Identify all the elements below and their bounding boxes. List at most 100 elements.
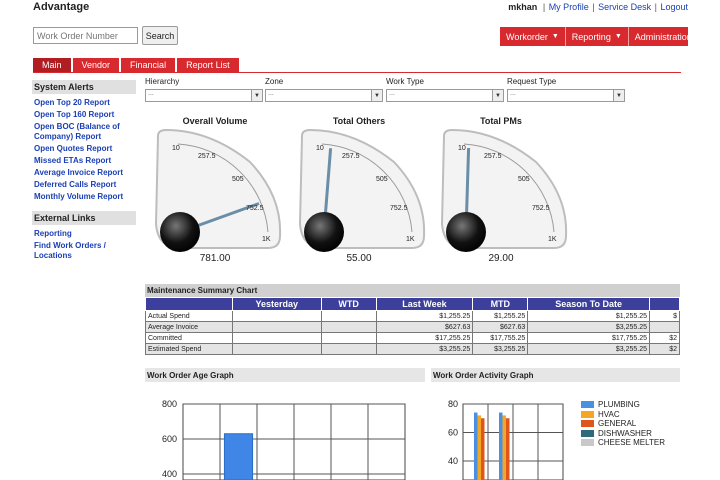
service-desk-link[interactable]: Service Desk <box>598 2 651 12</box>
column-header-season-to-date: Season To Date <box>527 297 650 311</box>
menu-administration[interactable]: Administration ▼ <box>629 27 709 46</box>
legend-swatch <box>581 410 594 418</box>
summary-table: Yesterday WTD Last Week MTD Season To Da… <box>145 297 680 355</box>
table-cell: $17,255.25 <box>375 332 474 344</box>
logout-link[interactable]: Logout <box>660 2 688 12</box>
gauge-title: Overall Volume <box>182 116 248 126</box>
table-cell <box>320 343 377 355</box>
legend-item: DISHWASHER <box>581 429 665 439</box>
table-cell: $2 <box>649 332 680 344</box>
gauge-tick-label: 257.5 <box>484 153 502 160</box>
my-profile-link[interactable]: My Profile <box>549 2 589 12</box>
sidebar-link-find-work-orders[interactable]: Find Work Orders / Locations <box>32 240 136 262</box>
work-type-label: Work Type <box>386 77 424 86</box>
y-tick-label: 800 <box>162 399 177 409</box>
table-cell: $1,255.25 <box>472 310 529 322</box>
sidebar-link-open-top-160[interactable]: Open Top 160 Report <box>32 109 136 121</box>
table-cell: $ <box>649 310 680 322</box>
legend-swatch <box>581 429 594 437</box>
chevron-down-icon: ▼ <box>695 33 703 40</box>
table-cell: $17,755.25 <box>472 332 529 344</box>
sidebar-link-open-boc[interactable]: Open BOC (Balance of Company) Report <box>32 121 136 143</box>
table-cell: $627.63 <box>472 321 529 333</box>
gauge-tick-label: 752.5 <box>390 205 408 212</box>
row-label: Committed <box>145 332 233 344</box>
gauge: Total Others 10 257.5 505 752.5 1K 55.00 <box>294 116 430 266</box>
table-cell <box>231 321 322 333</box>
sidebar-link-reporting[interactable]: Reporting <box>32 228 136 240</box>
tab-vendor[interactable]: Vendor <box>72 58 120 72</box>
sidebar-link-open-top-20[interactable]: Open Top 20 Report <box>32 97 136 109</box>
separator: | <box>592 2 595 12</box>
gauge-tick-label: 505 <box>518 176 530 183</box>
menu-workorder[interactable]: Workorder ▼ <box>500 27 566 46</box>
gauge-tick-label: 10 <box>458 145 466 152</box>
row-label: Estimated Spend <box>145 343 233 355</box>
table-cell: $1,255.25 <box>375 310 474 322</box>
work-order-activity-chart: 80 60 40 <box>448 399 564 480</box>
search-button[interactable]: Search <box>142 26 178 45</box>
activity-bar <box>474 412 478 480</box>
table-cell: $3,255.25 <box>527 321 650 333</box>
menu-reporting[interactable]: Reporting ▼ <box>566 27 629 46</box>
tab-financial[interactable]: Financial <box>121 58 176 72</box>
gauge: Total PMs 10 257.5 505 752.5 1K 29.00 <box>436 116 572 266</box>
activity-bar <box>481 418 485 480</box>
activity-bar <box>477 415 481 480</box>
activity-bar <box>506 418 510 480</box>
table-cell: $3,255.25 <box>472 343 529 355</box>
legend-item: GENERAL <box>581 419 665 429</box>
sidebar-link-missed-etas[interactable]: Missed ETAs Report <box>32 155 136 167</box>
gauge-tick-label: 752.5 <box>532 205 550 212</box>
table-header-row: Yesterday WTD Last Week MTD Season To Da… <box>145 297 680 311</box>
sidebar-link-deferred-calls[interactable]: Deferred Calls Report <box>32 179 136 191</box>
activity-graph-title: Work Order Activity Graph <box>431 368 680 382</box>
hierarchy-label: Hierarchy <box>145 77 180 86</box>
gauge-hub <box>446 212 486 252</box>
chevron-down-icon: ▼ <box>492 90 503 101</box>
gauge-title: Total Others <box>332 116 386 126</box>
tab-main[interactable]: Main <box>33 58 71 72</box>
legend-swatch <box>581 439 594 447</box>
sidebar-link-monthly-volume[interactable]: Monthly Volume Report <box>32 191 136 203</box>
tab-bar: Main Vendor Financial Report List <box>33 58 239 72</box>
gauge-hub <box>304 212 344 252</box>
chevron-down-icon: ▼ <box>371 90 382 101</box>
y-tick-label: 600 <box>162 434 177 444</box>
request-type-select[interactable]: ... ▼ <box>507 89 625 102</box>
chevron-down-icon: ▼ <box>551 33 559 40</box>
system-alerts-heading: System Alerts <box>32 80 136 94</box>
table-cell <box>231 343 322 355</box>
column-header-yesterday: Yesterday <box>231 297 322 311</box>
gauge-tick-label: 257.5 <box>198 153 216 160</box>
column-header-mtd: MTD <box>472 297 529 311</box>
sidebar: System Alerts Open Top 20 Report Open To… <box>32 80 136 262</box>
hierarchy-select[interactable]: ... ▼ <box>145 89 263 102</box>
sidebar-link-open-quotes[interactable]: Open Quotes Report <box>32 143 136 155</box>
work-order-age-chart: 800 600 400 <box>162 399 406 480</box>
column-header <box>145 297 233 311</box>
external-links-heading: External Links <box>32 211 136 225</box>
table-cell: $3,255.25 <box>527 343 650 355</box>
work-order-search-input[interactable] <box>33 27 138 44</box>
tab-report-list[interactable]: Report List <box>177 58 239 72</box>
table-cell <box>320 321 377 333</box>
top-menu: Workorder ▼ Reporting ▼ Administration ▼ <box>500 27 703 46</box>
separator: | <box>654 2 657 12</box>
column-header-last-week: Last Week <box>375 297 474 311</box>
legend-item: PLUMBING <box>581 400 665 410</box>
y-tick-label: 80 <box>448 399 458 409</box>
table-cell <box>231 332 322 344</box>
table-cell: $2 <box>649 343 680 355</box>
summary-title: Maintenance Summary Chart <box>145 284 680 297</box>
work-type-select[interactable]: ... ▼ <box>386 89 504 102</box>
zone-select[interactable]: ... ▼ <box>265 89 383 102</box>
age-bar <box>223 433 254 480</box>
sidebar-link-average-invoice[interactable]: Average Invoice Report <box>32 167 136 179</box>
legend-item: CHEESE MELTER <box>581 438 665 448</box>
table-cell: $1,255.25 <box>527 310 650 322</box>
legend-swatch <box>581 420 594 428</box>
gauge-hub <box>160 212 200 252</box>
gauge-tick-label: 505 <box>232 176 244 183</box>
table-cell <box>231 310 322 322</box>
